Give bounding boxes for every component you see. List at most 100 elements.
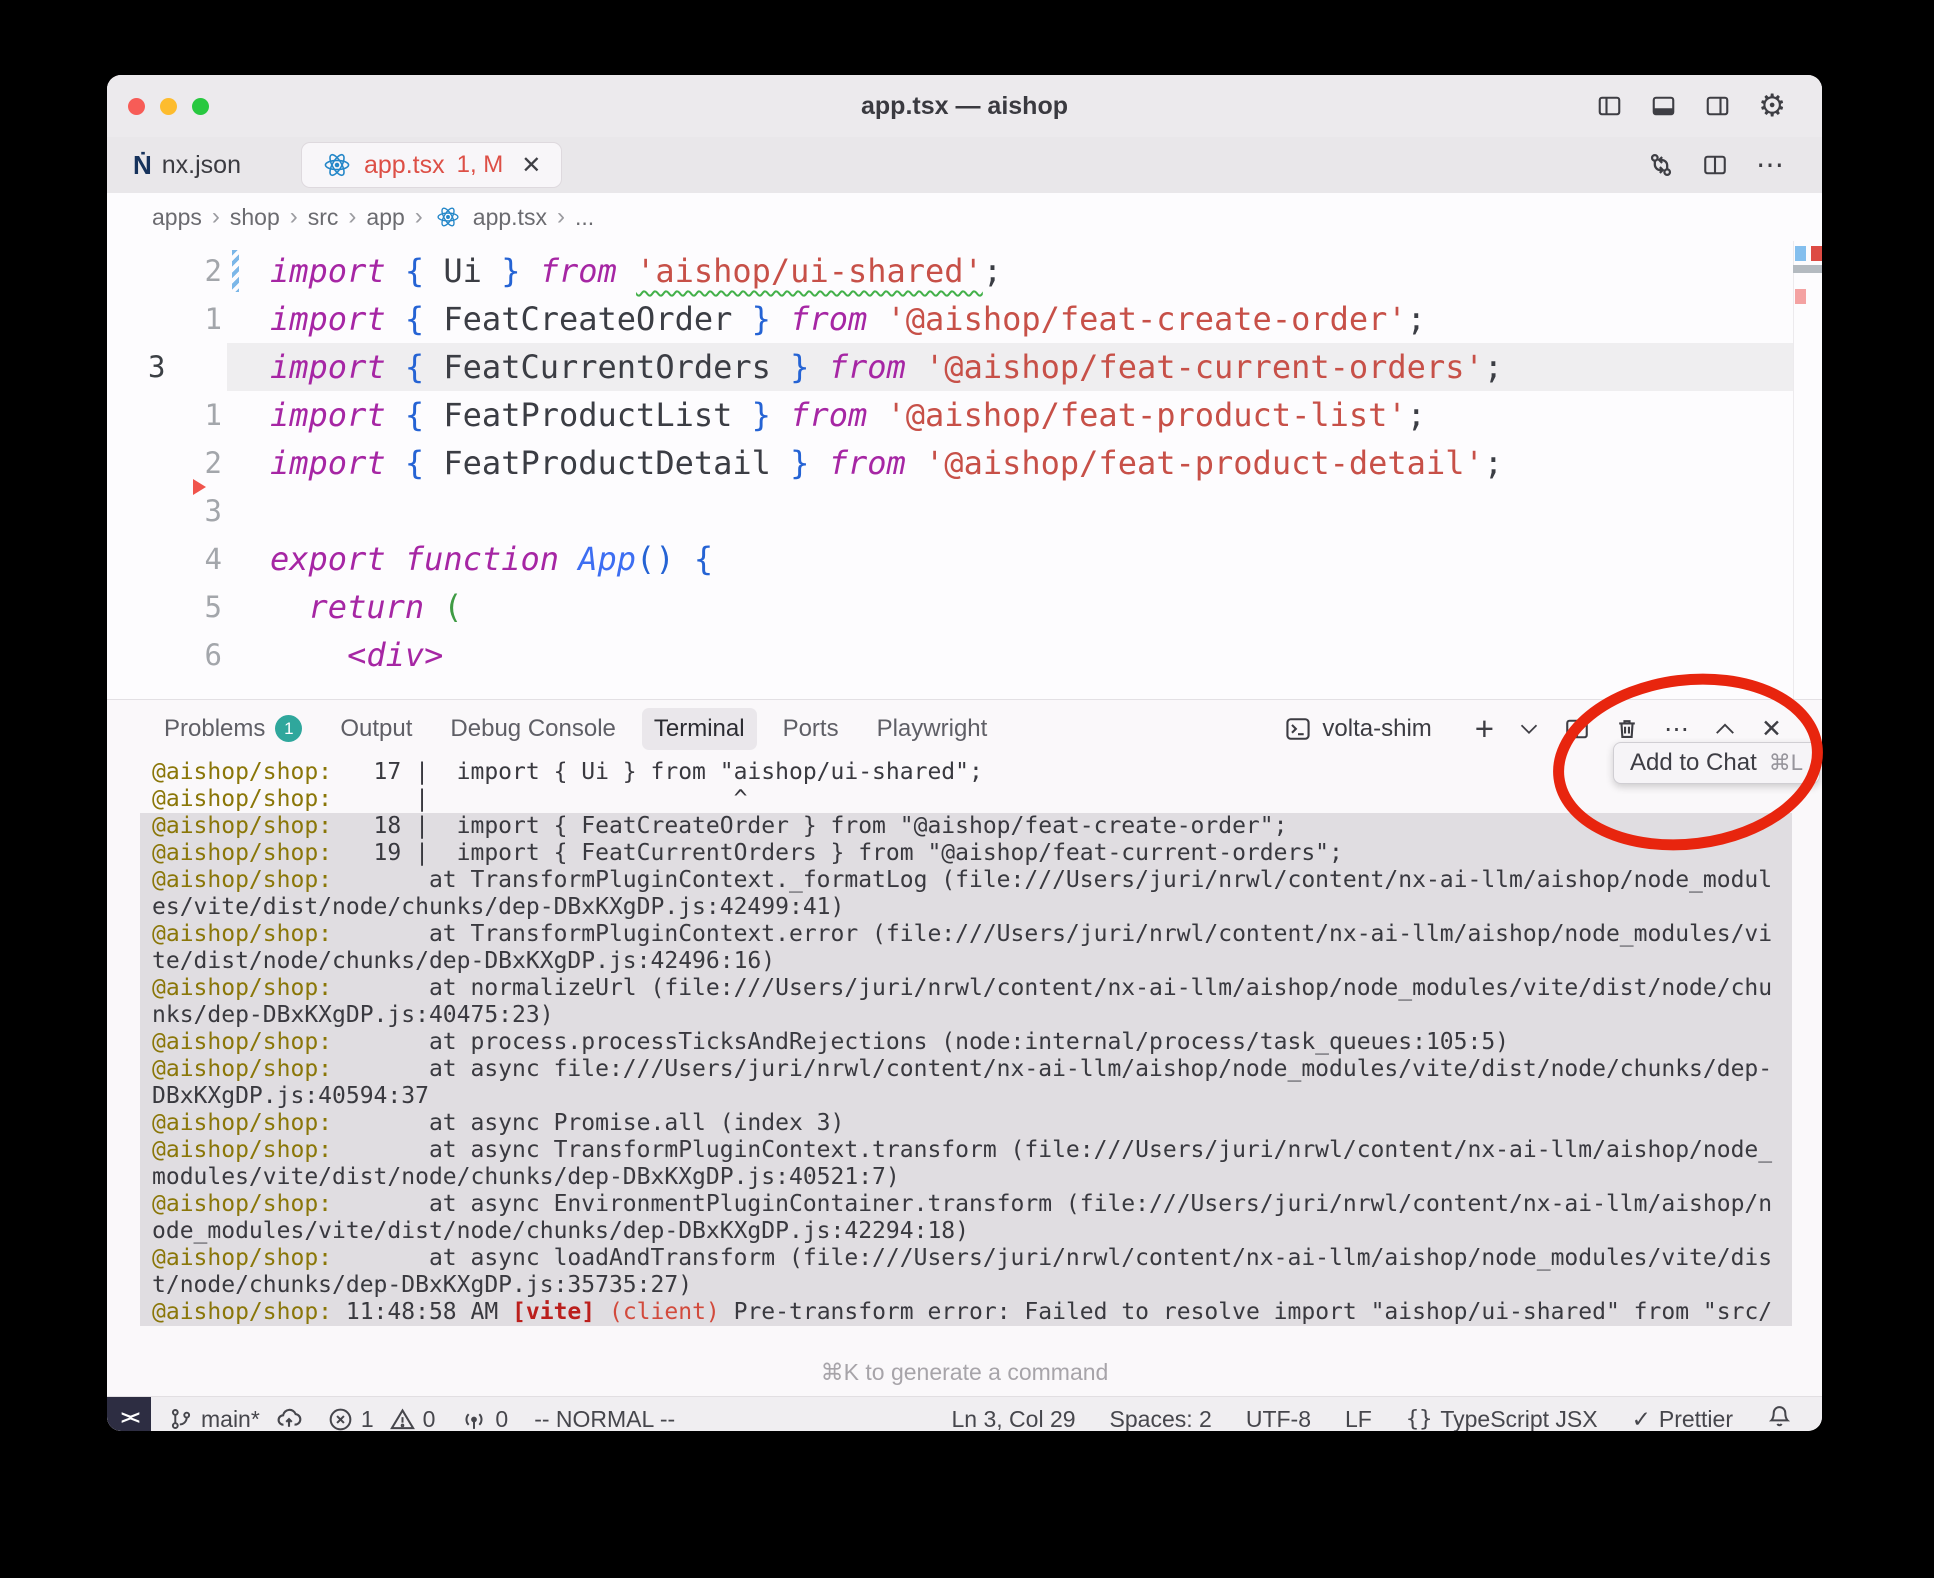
gutter[interactable]: 3 — [107, 487, 270, 535]
line-number: 2 — [205, 439, 222, 487]
panel-tab-debug-console[interactable]: Debug Console — [438, 708, 627, 750]
terminal-line: @aishop/shop: at process.processTicksAnd… — [140, 1029, 1792, 1056]
toggle-primary-sidebar-icon[interactable] — [1596, 94, 1623, 118]
terminal-output[interactable]: @aishop/shop: 17 | import { Ui } from "a… — [107, 757, 1822, 1349]
cursor-position[interactable]: Ln 3, Col 29 — [952, 1406, 1076, 1432]
new-terminal-button[interactable]: + — [1475, 712, 1494, 745]
code-line[interactable]: 1import { FeatCreateOrder } from '@aisho… — [107, 295, 1822, 343]
code-line[interactable]: 2import { FeatProductDetail } from '@ais… — [107, 439, 1822, 487]
line-number: 2 — [205, 247, 222, 295]
broadcast-icon — [461, 1407, 487, 1432]
panel-header: Problems1 Output Debug Console Terminal Port… — [107, 699, 1822, 757]
gutter[interactable]: 6 — [107, 631, 270, 679]
vim-mode-indicator[interactable]: -- NORMAL -- — [534, 1406, 675, 1432]
terminal-line: @aishop/shop: 11:48:58 AM [vite] (client… — [140, 1299, 1792, 1326]
gutter[interactable]: 2 — [107, 247, 270, 295]
warnings-icon — [390, 1407, 415, 1432]
code-line[interactable]: 4 export function App() { — [107, 535, 1822, 583]
terminal-instance[interactable]: volta-shim — [1284, 715, 1431, 743]
language-mode[interactable]: {} TypeScript JSX — [1406, 1406, 1598, 1432]
titlebar: app.tsx — aishop ⚙ — [107, 75, 1822, 137]
code-line[interactable]: 3import { FeatCurrentOrders } from '@ais… — [107, 343, 1822, 391]
code-line[interactable]: 1import { FeatProductList } from '@aisho… — [107, 391, 1822, 439]
panel-tab-ports[interactable]: Ports — [771, 708, 851, 750]
add-to-chat-shortcut: ⌘L — [1769, 750, 1803, 776]
terminal-icon — [1284, 716, 1312, 742]
panel-tab-label: Playwright — [877, 715, 988, 743]
breadcrumb-item[interactable]: shop — [230, 204, 280, 231]
braces-icon: {} — [1406, 1407, 1433, 1432]
editor-lines: 2import { Ui } from 'aishop/ui-shared';1… — [107, 247, 1822, 679]
gutter[interactable]: 5 — [107, 583, 270, 631]
split-terminal-button[interactable] — [1564, 717, 1590, 741]
settings-gear-icon[interactable]: ⚙ — [1758, 91, 1786, 122]
kill-terminal-button[interactable] — [1615, 716, 1639, 742]
tabbar-actions: ⋯ — [1648, 151, 1822, 179]
code-line[interactable]: 2 import { Ui } from 'aishop/ui-shared'; — [107, 247, 1822, 295]
add-to-chat-button[interactable]: Add to Chat ⌘L — [1613, 742, 1820, 784]
code-text: export function App() { — [270, 535, 713, 583]
publish-changes-icon — [276, 1406, 302, 1431]
terminal-line: @aishop/shop: at async Promise.all (inde… — [140, 1110, 1792, 1137]
gutter[interactable]: 1 — [107, 391, 270, 439]
terminal-line: @aishop/shop: at async EnvironmentPlugin… — [140, 1191, 1792, 1218]
gutter[interactable]: 2 — [107, 439, 270, 487]
code-text: import { Ui } from 'aishop/ui-shared'; — [270, 247, 1002, 295]
line-number: 5 — [205, 583, 222, 631]
code-line[interactable]: 5 return ( — [107, 583, 1822, 631]
terminal-line: @aishop/shop: at normalizeUrl (file:///U… — [140, 975, 1792, 1002]
close-tab-icon[interactable]: ✕ — [521, 151, 541, 180]
formatter-status[interactable]: ✓ Prettier — [1632, 1406, 1733, 1432]
modified-gutter-indicator — [232, 250, 239, 292]
code-line[interactable]: 3 — [107, 487, 1822, 535]
ruler-mark-modified — [1795, 246, 1806, 261]
toggle-panel-icon[interactable] — [1650, 94, 1677, 118]
breadcrumb: apps›shop›src›app›app.tsx›... — [107, 193, 1822, 241]
tab-nx-json[interactable]: Ṅ nx.json — [113, 143, 261, 187]
line-number: 3 — [205, 487, 222, 535]
remote-indicator[interactable]: >< — [107, 1397, 151, 1431]
split-editor-icon[interactable] — [1702, 153, 1728, 177]
gutter[interactable]: 3 — [107, 343, 270, 391]
editor-scrollbar[interactable] — [1793, 265, 1822, 273]
code-line[interactable]: 6 <div> — [107, 631, 1822, 679]
panel-more-actions-button[interactable]: ⋯ — [1664, 714, 1689, 744]
more-actions-icon[interactable]: ⋯ — [1756, 151, 1784, 179]
git-branch-status[interactable]: main* — [169, 1406, 302, 1432]
notifications-bell-icon[interactable] — [1767, 1403, 1792, 1432]
compare-changes-icon[interactable] — [1648, 152, 1674, 178]
panel-actions: volta-shim + ⋯ ✕ — [1284, 712, 1822, 745]
panel-tab-terminal[interactable]: Terminal — [642, 708, 757, 750]
encoding-setting[interactable]: UTF-8 — [1246, 1406, 1311, 1432]
breadcrumb-item[interactable]: src — [308, 204, 339, 231]
breadcrumb-item[interactable]: ... — [575, 204, 594, 231]
terminal-profile-dropdown[interactable] — [1519, 721, 1539, 737]
indentation-setting[interactable]: Spaces: 2 — [1110, 1406, 1212, 1432]
editor-tabbar: Ṅ nx.json app.tsx 1, M ✕ — [107, 137, 1822, 193]
terminal-line: @aishop/shop: 17 | import { Ui } from "a… — [140, 759, 1792, 786]
code-text: import { FeatCurrentOrders } from '@aish… — [270, 343, 1503, 391]
tab-app-tsx[interactable]: app.tsx 1, M ✕ — [301, 142, 562, 188]
panel-tab-problems[interactable]: Problems1 — [152, 708, 314, 750]
editor[interactable]: 2import { Ui } from 'aishop/ui-shared';1… — [107, 241, 1822, 699]
gutter[interactable]: 1 — [107, 295, 270, 343]
eol-setting[interactable]: LF — [1345, 1406, 1372, 1432]
maximize-panel-button[interactable] — [1714, 721, 1736, 737]
error-marker-icon — [193, 479, 206, 495]
terminal-line: @aishop/shop: at TransformPluginContext.… — [140, 921, 1792, 948]
panel-tab-playwright[interactable]: Playwright — [865, 708, 1000, 750]
close-panel-button[interactable]: ✕ — [1761, 714, 1782, 744]
panel-tab-output[interactable]: Output — [328, 708, 424, 750]
window-title: app.tsx — aishop — [107, 92, 1822, 121]
panel-tabs: Problems1 Output Debug Console Terminal Port… — [152, 708, 999, 750]
gutter[interactable]: 4 — [107, 535, 270, 583]
statusbar: >< main* 1 0 0 -- NORMAL — [107, 1396, 1822, 1431]
problems-status[interactable]: 1 0 — [328, 1406, 436, 1432]
breadcrumb-item[interactable]: app — [366, 204, 404, 231]
ports-status[interactable]: 0 — [461, 1406, 508, 1432]
toggle-secondary-sidebar-icon[interactable] — [1704, 94, 1731, 118]
breadcrumb-item[interactable]: app.tsx — [473, 204, 547, 231]
line-number: 4 — [205, 535, 222, 583]
breadcrumb-item[interactable]: apps — [152, 204, 202, 231]
code-text: return ( — [270, 583, 463, 631]
